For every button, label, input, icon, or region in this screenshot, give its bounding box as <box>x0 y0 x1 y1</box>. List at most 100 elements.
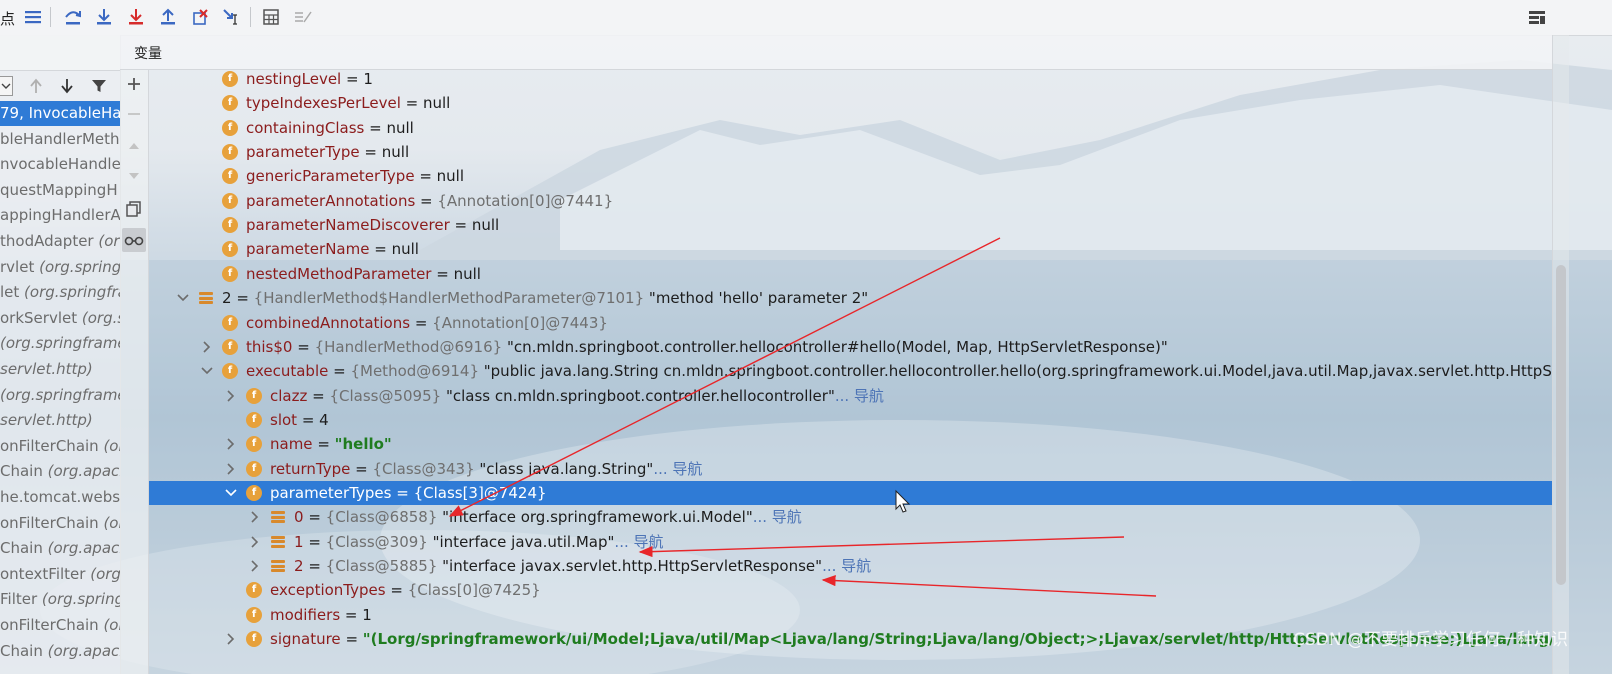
variable-row[interactable]: f this$0 = {HandlerMethod@6916} "cn.mldn.… <box>149 335 1552 359</box>
stack-frame-item[interactable]: bleHandlerMetho <box>0 127 120 152</box>
stack-frame-item[interactable]: servlet.http) <box>0 408 120 433</box>
step-out-icon[interactable] <box>155 4 181 30</box>
stack-frame-item[interactable]: 79, InvocableHan <box>0 101 120 126</box>
variable-row[interactable]: f parameterName = null <box>149 237 1552 261</box>
show-frames-icon[interactable] <box>20 4 46 30</box>
field-icon: f <box>246 436 262 453</box>
stack-frame-item[interactable]: Chain (org.apache <box>0 639 120 664</box>
collapse-chevron-icon[interactable] <box>200 359 214 383</box>
step-into-icon[interactable] <box>91 4 117 30</box>
variable-content: 0 = {Class@6858} "interface org.springfr… <box>294 505 802 529</box>
step-over-icon[interactable] <box>60 4 86 30</box>
force-step-into-icon[interactable] <box>123 4 149 30</box>
expand-chevron-icon[interactable] <box>224 627 238 651</box>
copy-icon[interactable] <box>122 197 146 221</box>
watermark-text: CSDN @不要排斥学习任何一种知识 <box>1293 630 1568 650</box>
stack-frame-item[interactable]: nvocableHandle <box>0 152 120 177</box>
expand-chevron-icon[interactable] <box>224 457 238 481</box>
variable-row[interactable]: f nestedMethodParameter = null <box>149 262 1552 286</box>
variable-content: 2 = {Class@5885} "interface javax.servle… <box>294 554 871 578</box>
show-watches-glasses-icon[interactable] <box>122 228 146 252</box>
variable-row[interactable]: f parameterTypes = {Class[3]@7424} <box>149 480 1552 505</box>
stack-frame-method: thodAdapter <box>0 232 99 250</box>
scrollbar-thumb[interactable] <box>1556 265 1566 585</box>
variable-row[interactable]: f combinedAnnotations = {Annotation[0]@74… <box>149 311 1552 335</box>
equals-sign: = <box>350 459 373 478</box>
variable-row[interactable]: f nestingLevel = 1 <box>149 67 1552 91</box>
navigate-link[interactable]: ... 导航 <box>753 508 802 526</box>
stack-frame-item[interactable]: onFilterChain (org <box>0 434 120 459</box>
drop-frame-icon[interactable] <box>187 4 213 30</box>
evaluate-expression-icon[interactable] <box>258 4 284 30</box>
stack-frame-item[interactable]: thodAdapter (or <box>0 229 120 254</box>
move-down-icon[interactable] <box>122 164 146 188</box>
remove-watch-icon[interactable] <box>122 102 146 126</box>
variable-row[interactable]: f genericParameterType = null <box>149 164 1552 188</box>
trace-stream-icon[interactable] <box>290 4 316 30</box>
expand-chevron-icon[interactable] <box>224 384 238 408</box>
stack-frame-label: 79, InvocableHan <box>0 101 120 126</box>
field-icon: f <box>222 71 238 87</box>
stack-frame-item[interactable]: ontextFilter (org <box>0 562 120 587</box>
expand-chevron-icon[interactable] <box>224 432 238 456</box>
expand-chevron-icon[interactable] <box>248 530 262 554</box>
variable-row[interactable]: f typeIndexesPerLevel = null <box>149 91 1552 115</box>
add-watch-icon[interactable] <box>122 72 146 96</box>
frame-up-arrow-icon[interactable] <box>26 76 46 96</box>
equals-sign: = <box>415 191 438 210</box>
stack-frame-item[interactable]: he.tomcat.websc <box>0 485 120 510</box>
expand-chevron-icon[interactable] <box>200 335 214 359</box>
navigate-link[interactable]: ... 导航 <box>614 533 663 551</box>
stack-frame-item[interactable]: Filter (org.spring <box>0 587 120 612</box>
collapse-chevron-icon[interactable] <box>176 286 190 310</box>
stack-frame-item[interactable]: orkServlet (org.s <box>0 306 120 331</box>
field-icon: f <box>246 411 262 428</box>
variable-row[interactable]: 0 = {Class@6858} "interface org.springfr… <box>149 505 1552 529</box>
variable-content: slot = 4 <box>270 408 329 432</box>
layout-settings-icon[interactable] <box>1524 4 1550 30</box>
stack-frame-item[interactable]: questMappingH <box>0 178 120 203</box>
stack-frame-item[interactable]: (org.springframe <box>0 331 120 356</box>
stack-frame-location: (org.spring <box>41 590 120 609</box>
expand-chevron-icon[interactable] <box>248 505 262 529</box>
stack-frame-item[interactable]: onFilterChain (org <box>0 511 120 536</box>
navigate-link[interactable]: ... 导航 <box>822 557 871 575</box>
variable-row[interactable]: f name = "hello" <box>149 432 1552 456</box>
variable-row[interactable]: f containingClass = null <box>149 116 1552 140</box>
expand-chevron-icon[interactable] <box>248 554 262 578</box>
variable-row[interactable]: f slot = 4 <box>149 408 1552 432</box>
collapse-chevron-icon[interactable] <box>224 481 238 505</box>
move-up-icon[interactable] <box>122 134 146 158</box>
variable-row[interactable]: f parameterAnnotations = {Annotation[0]@7… <box>149 189 1552 213</box>
field-icon: f <box>222 241 238 258</box>
stack-frame-item[interactable]: onFilterChain (org <box>0 613 120 638</box>
variable-row[interactable]: 2 = {HandlerMethod$HandlerMethodParamete… <box>149 286 1552 310</box>
thread-selector-dropdown[interactable] <box>0 76 13 96</box>
stack-frame-label: bleHandlerMetho <box>0 127 120 152</box>
stack-frame-item[interactable]: let (org.springfra <box>0 280 120 305</box>
stack-frame-item[interactable]: Chain (org.apache <box>0 459 120 484</box>
variable-row[interactable]: 2 = {Class@5885} "interface javax.servle… <box>149 554 1552 578</box>
stack-frame-item[interactable]: (org.springframe <box>0 383 120 408</box>
variable-row[interactable]: f modifiers = 1 <box>149 603 1552 627</box>
stack-frame-item[interactable]: Chain (org.apache <box>0 536 120 561</box>
variable-row[interactable]: f executable = {Method@6914} "public java… <box>149 359 1552 383</box>
variable-row[interactable]: f returnType = {Class@343} "class java.la… <box>149 457 1552 481</box>
stack-frame-item[interactable]: appingHandlerAd <box>0 203 120 228</box>
variable-row[interactable]: 1 = {Class@309} "interface java.util.Map… <box>149 530 1552 554</box>
frame-down-arrow-icon[interactable] <box>57 76 77 96</box>
vertical-scrollbar[interactable] <box>1552 35 1569 674</box>
run-to-cursor-icon[interactable] <box>219 4 245 30</box>
variable-row[interactable]: f parameterNameDiscoverer = null <box>149 213 1552 237</box>
stack-frame-item[interactable]: servlet.http) <box>0 357 120 382</box>
variable-row[interactable]: f clazz = {Class@5095} "class cn.mldn.spr… <box>149 384 1552 408</box>
stack-frame-method: onFilterChain <box>0 513 104 532</box>
variable-name: combinedAnnotations <box>246 313 411 332</box>
navigate-link[interactable]: ... 导航 <box>835 387 884 405</box>
navigate-link[interactable]: ... 导航 <box>653 460 702 478</box>
filter-icon[interactable] <box>89 76 109 96</box>
debugger-toolbar: 点 <box>0 0 1612 36</box>
variable-row[interactable]: f parameterType = null <box>149 140 1552 164</box>
variable-row[interactable]: f exceptionTypes = {Class[0]@7425} <box>149 578 1552 602</box>
stack-frame-item[interactable]: rvlet (org.spring <box>0 255 120 280</box>
